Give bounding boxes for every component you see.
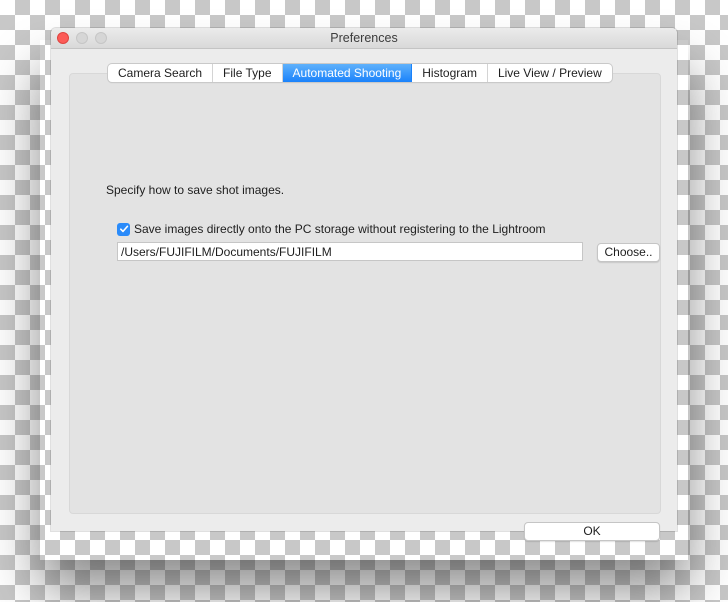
instruction-text: Specify how to save shot images. [106, 183, 285, 197]
choose-folder-button[interactable]: Choose.. [597, 243, 660, 262]
tab-histogram[interactable]: Histogram [412, 64, 488, 82]
save-direct-label: Save images directly onto the PC storage… [134, 222, 546, 236]
preferences-window: Preferences Camera Search File Type Auto… [51, 28, 677, 541]
tab-camera-search[interactable]: Camera Search [108, 64, 214, 82]
tab-file-type[interactable]: File Type [213, 64, 283, 82]
checkmark-icon [119, 225, 128, 233]
save-direct-option[interactable]: Save images directly onto the PC storage… [117, 222, 546, 236]
save-path-input[interactable] [117, 242, 583, 261]
tab-live-view-preview[interactable]: Live View / Preview [488, 64, 612, 82]
window-title: Preferences [330, 31, 398, 45]
tab-content-panel: Specify how to save shot images. Save im… [69, 73, 661, 541]
title-bar[interactable]: Preferences [51, 28, 677, 49]
ok-button[interactable]: OK [524, 522, 660, 541]
save-direct-checkbox[interactable] [117, 222, 130, 236]
tab-automated-shooting[interactable]: Automated Shooting [282, 64, 413, 82]
tab-bar: Camera Search File Type Automated Shooti… [108, 64, 612, 82]
